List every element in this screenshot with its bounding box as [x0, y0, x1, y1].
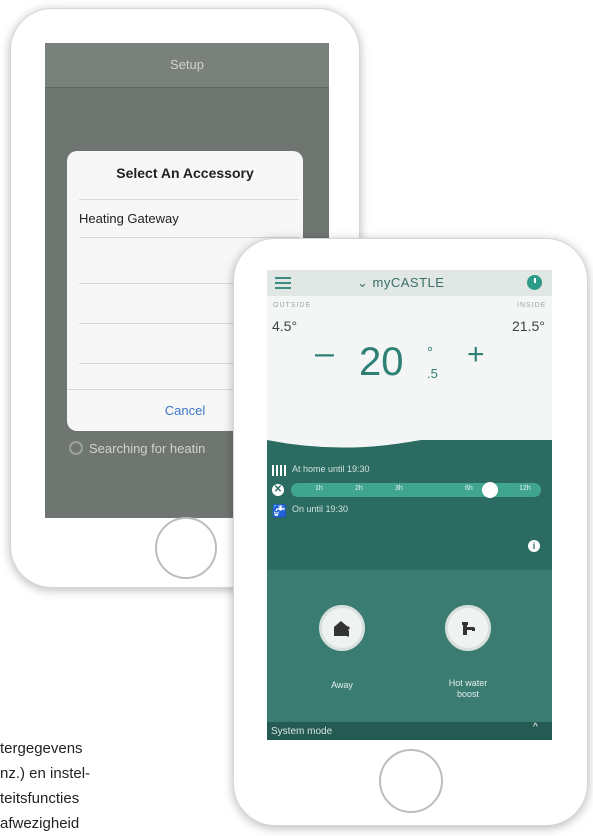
outside-label: OUTSIDE [273, 302, 312, 309]
chevron-down-icon: ⌄ [357, 275, 369, 290]
slider-tick: 1h [315, 485, 323, 492]
front-phone-screen: ⌄ myCASTLE OUTSIDE INSIDE 4.5° 21.5° – 2… [267, 270, 552, 740]
caption-line: teitsfuncties [0, 790, 80, 807]
system-mode-bar[interactable]: System mode ^ [267, 722, 552, 740]
slider-tick: 12h [519, 485, 531, 492]
chevron-up-icon[interactable]: ^ [533, 722, 538, 733]
front-phone: ⌄ myCASTLE OUTSIDE INSIDE 4.5° 21.5° – 2… [233, 238, 588, 826]
caption-text: tergegevens nz.) en instel- teitsfunctie… [0, 736, 240, 836]
hot-water-boost-label: Hot water boost [433, 678, 503, 700]
slider-tick: 3h [395, 485, 403, 492]
boost-duration-slider[interactable]: 1h 2h 3h 6h 12h [291, 482, 541, 498]
decrease-temperature-button[interactable]: – [315, 334, 334, 373]
divider [79, 199, 299, 200]
radiator-icon [272, 463, 288, 481]
accessory-item-heating-gateway[interactable]: Heating Gateway [79, 211, 179, 226]
tap-icon [462, 622, 475, 635]
slider-tick: 6h [465, 485, 473, 492]
front-phone-home-button[interactable] [379, 749, 443, 813]
quick-actions-panel [267, 570, 552, 722]
info-icon[interactable]: i [528, 540, 540, 552]
caption-line: tergegevens [0, 740, 83, 757]
setup-nav-bar: Setup [45, 43, 329, 88]
slider-tick: 2h [355, 485, 363, 492]
away-label: Away [331, 680, 353, 690]
cancel-boost-icon[interactable]: ✕ [272, 484, 284, 496]
hot-water-status: On until 19:30 [292, 504, 349, 514]
searching-text: Searching for heatin [89, 441, 206, 456]
slider-thumb[interactable] [482, 482, 498, 498]
hot-water-label-line2: boost [456, 689, 480, 699]
caption-line: afwezigheid [0, 815, 80, 832]
outside-temperature: 4.5° [272, 318, 298, 334]
hot-water-label-line1: Hot water [448, 678, 488, 688]
menu-icon[interactable] [275, 277, 291, 289]
heating-schedule-status: At home until 19:30 [292, 464, 370, 474]
temperature-panel [267, 296, 552, 440]
wave-divider [267, 420, 552, 448]
app-header: ⌄ myCASTLE [267, 270, 552, 296]
app-title[interactable]: ⌄ myCASTLE [357, 275, 444, 291]
inside-label: INSIDE [517, 302, 547, 309]
hot-water-tap-icon: 🚰 [272, 504, 287, 518]
increase-temperature-button[interactable]: + [467, 338, 485, 372]
clock-icon[interactable] [527, 275, 542, 290]
back-phone-home-button[interactable] [155, 517, 217, 579]
caption-line: nz.) en instel- [0, 765, 91, 782]
inside-temperature: 21.5° [512, 318, 545, 334]
dialog-title: Select An Accessory [116, 165, 254, 181]
setpoint-degree: ° [427, 344, 433, 361]
spinner-icon [69, 441, 83, 455]
setpoint-decimal: .5 [427, 366, 438, 381]
hot-water-boost-button[interactable] [445, 605, 491, 651]
system-mode-label: System mode [271, 726, 333, 737]
house-person-icon [334, 621, 350, 637]
app-title-text: myCASTLE [372, 275, 445, 290]
away-button[interactable] [319, 605, 365, 651]
setpoint-temperature: 20 [359, 340, 404, 384]
